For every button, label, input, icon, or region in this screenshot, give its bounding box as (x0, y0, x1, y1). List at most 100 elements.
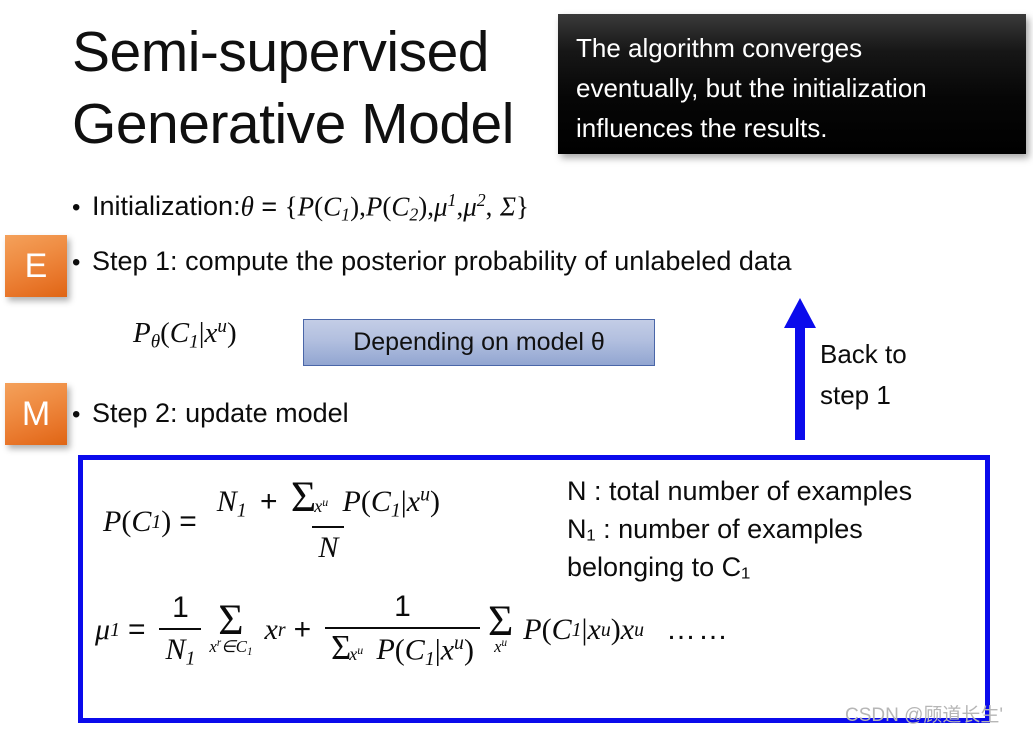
bullet-step-1: • Step 1: compute the posterior probabil… (72, 246, 791, 277)
csdn-watermark: CSDN @顾道长生' (845, 705, 1004, 726)
math-sub-1-a: 1 (341, 204, 351, 225)
eq2-sum2-glyph: Σ (487, 597, 514, 645)
math-sigma-cap: Σ (499, 191, 516, 222)
math-C: C (169, 316, 190, 349)
back-to-step-arrow (780, 298, 820, 440)
definition-N: N : total number of examples (567, 476, 913, 506)
arrow-label-line-2: step 1 (820, 380, 891, 410)
eq2-fraction-2: 1 Σxu P(C1|xu) (325, 590, 480, 671)
eq1-P: P (103, 505, 122, 539)
eq1-sum: Σxu (291, 475, 328, 518)
math-comma-d: , (485, 191, 493, 222)
eq1-equals: = (179, 505, 197, 539)
title-line-1: Semi-supervised (72, 20, 490, 84)
eq2-sum-labeled: Σ xr∈C1 (209, 595, 252, 658)
equation-mu-1: μ1 = 1 N1 Σ xr∈C1 xr + 1 Σxu P(C1|xu) Σ (95, 590, 730, 671)
eq2-sum-C-sub: 1 (246, 645, 253, 658)
eq1-rparen2: ) (429, 485, 440, 518)
math-P: P (133, 316, 151, 349)
eq2-P3: P (523, 613, 542, 647)
eq2-frac2-sum-u: u (357, 642, 364, 657)
eq2-frac1-den: N1 (159, 627, 202, 671)
eq1-xu: u (420, 483, 430, 506)
bullet-initialization-formula: θ = {P(C1),P(C2),μ1,μ2, Σ} (241, 190, 529, 225)
callout-box: The algorithm converges eventually, but … (558, 14, 1026, 154)
eq2-x3-sup: u (600, 618, 611, 641)
eq1-N-sub1: 1 (236, 499, 247, 522)
callout-line-3: influences the results. (576, 113, 828, 143)
bullet-initialization-label: Initialization: (92, 191, 241, 222)
eq1-lparen2: ( (360, 485, 371, 518)
eq2-x3: x (587, 613, 601, 647)
eq2-sum-in: ∈ (221, 636, 236, 656)
eq1-lparen: ( (121, 505, 132, 539)
math-lbrace: { (284, 191, 298, 222)
badge-m-step: M (5, 383, 67, 445)
eq2-frac2-lparen: ( (394, 633, 405, 667)
eq2-x4: x (620, 613, 635, 647)
eq2-sum-glyph: Σ (218, 595, 244, 644)
eq2-x4-sup: u (634, 618, 644, 641)
eq1-P2: P (342, 485, 361, 518)
eq2-frac1-N-sub: 1 (185, 647, 196, 670)
math-rparen-a: ) (350, 191, 360, 222)
eq2-frac2-sum-index: xu (349, 643, 363, 665)
eq1-fraction: N1 + Σxu P(C1|xu) N (211, 475, 446, 565)
variable-definitions: N : total number of examples N₁ : number… (567, 472, 912, 586)
equation-p-c1: P(C 1) = N1 + Σxu P(C1|xu) N (103, 475, 452, 565)
eq2-mu: μ (95, 613, 111, 647)
math-comma-b: , (427, 191, 434, 222)
math-sup-u: u (217, 316, 227, 337)
eq2-sum-index: xr∈C1 (209, 636, 252, 658)
math-P-a: P (297, 191, 315, 222)
callout-line-1: The algorithm converges (576, 33, 863, 63)
math-lparen-b: ( (382, 191, 392, 222)
eq2-frac2-xu: u (454, 632, 464, 654)
eq1-plus: + (260, 485, 278, 518)
eq2-frac2-P: P (376, 633, 395, 667)
eq2-frac2-den: Σxu P(C1|xu) (325, 627, 480, 671)
math-rbrace: } (515, 191, 529, 222)
math-sub-2-b: 2 (409, 204, 419, 225)
bullet-step-1-label: Step 1: compute the posterior probabilit… (92, 246, 792, 276)
up-arrow-icon (784, 298, 816, 440)
eq1-sub1: 1 (151, 510, 162, 533)
eq2-C3-sub: 1 (571, 618, 582, 641)
eq2-ellipsis: …… (665, 613, 730, 647)
eq2-sum-x: x (209, 636, 217, 656)
eq1-sum-index: xu (314, 495, 328, 517)
eq2-plus: + (293, 613, 312, 647)
eq1-x: x (406, 485, 421, 518)
posterior-formula: Pθ(C1|xu) (133, 316, 237, 353)
math-C-b: C (391, 191, 410, 222)
eq2-lparen3: ( (541, 613, 552, 647)
badge-e-step: E (5, 235, 67, 297)
math-P-b: P (365, 191, 383, 222)
eq1-sum-u: u (322, 494, 329, 509)
eq2-sum2-u: u (501, 637, 508, 650)
eq1-C: C (131, 505, 152, 539)
bullet-step-2-label: Step 2: update model (92, 398, 349, 428)
eq2-frac2-C: C (404, 633, 425, 667)
eq2-frac2-rparen: ) (463, 633, 474, 667)
bullet-dot-icon: • (72, 401, 81, 428)
math-mu-2: μ (463, 191, 477, 222)
eq2-frac2-sum-x: x (349, 643, 358, 664)
math-sub-1: 1 (189, 331, 199, 353)
math-mu-1: μ (433, 191, 448, 222)
math-rparen: ) (226, 316, 237, 349)
definition-N1-cont: belonging to C₁ (567, 552, 751, 582)
math-lparen: ( (160, 316, 170, 349)
eq2-equals: = (127, 613, 146, 647)
eq2-frac2-x: x (440, 633, 455, 667)
eq1-numerator: N1 + Σxu P(C1|xu) (211, 475, 446, 526)
math-theta-sub: θ (150, 331, 161, 353)
eq1-sub1b: 1 (390, 499, 401, 522)
bullet-step-2: • Step 2: update model (72, 398, 349, 429)
callout-line-2: eventually, but the initialization (576, 73, 927, 103)
eq2-mu-sup: 1 (110, 618, 120, 641)
eq2-xr: x (264, 613, 278, 647)
bullet-dot-icon: • (72, 194, 81, 222)
eq2-sum2-x: x (494, 636, 502, 656)
eq1-C2: C (370, 485, 391, 518)
